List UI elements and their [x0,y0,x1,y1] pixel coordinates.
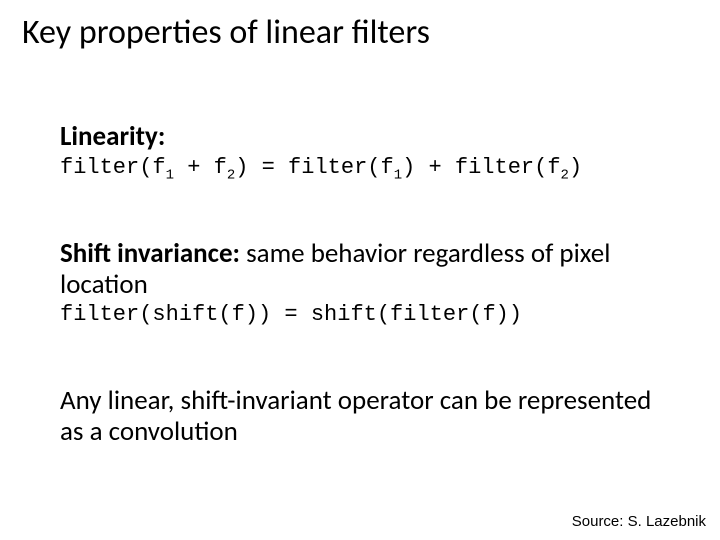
shift-heading-bold: Shift invariance: [60,237,240,270]
eq-text: ) [569,155,582,180]
source-credit: Source: S. Lazebnik [572,513,706,530]
linearity-block: Linearity: filter(f1 + f2) = filter(f1) … [60,120,680,180]
eq-sub: 1 [394,167,402,183]
slide-body: Linearity: filter(f1 + f2) = filter(f1) … [60,120,680,447]
shift-heading: Shift invariance: same behavior regardle… [60,238,680,300]
eq-text: filter(f [60,155,166,180]
eq-text: + f [174,155,227,180]
eq-text: ) = filter(f [235,155,393,180]
shift-equation: filter(shift(f)) = shift(filter(f)) [60,302,680,327]
eq-sub: 2 [227,167,235,183]
conclusion-text: Any linear, shift-invariant operator can… [60,385,680,447]
slide: Key properties of linear filters Lineari… [0,0,720,540]
slide-title: Key properties of linear filters [22,12,430,53]
eq-sub: 2 [561,167,569,183]
linearity-equation: filter(f1 + f2) = filter(f1) + filter(f2… [60,155,680,180]
linearity-heading: Linearity: [60,120,680,153]
shift-invariance-block: Shift invariance: same behavior regardle… [60,238,680,327]
eq-text: ) + filter(f [402,155,560,180]
eq-sub: 1 [166,167,174,183]
